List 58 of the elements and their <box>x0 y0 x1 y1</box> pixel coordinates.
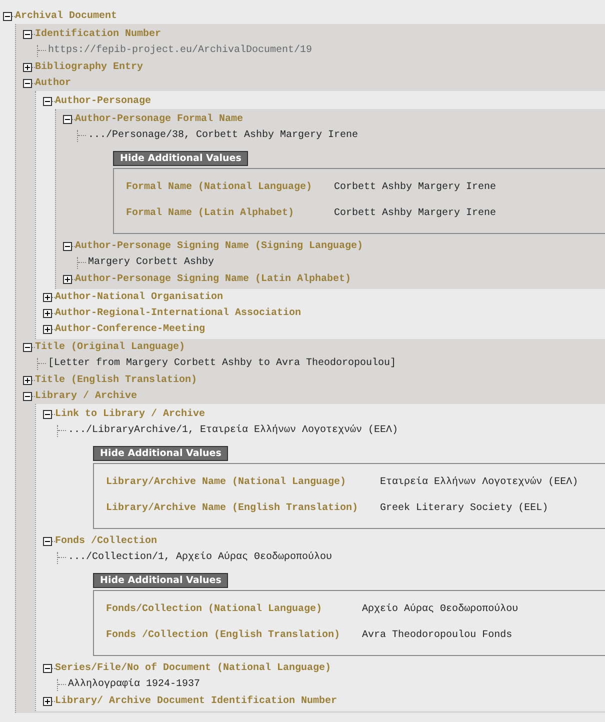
field-name: Library/Archive Name (English Translation) <box>106 502 358 516</box>
node-value: https://fepib-project.eu/ArchivalDocument/19 <box>48 44 312 58</box>
hide-values-button[interactable]: Hide Additional Values <box>113 151 248 166</box>
collapse-icon[interactable] <box>3 12 12 20</box>
field-value: Greek Literary Society (EEL) <box>380 502 550 516</box>
collapse-icon[interactable] <box>23 392 32 400</box>
collapse-icon[interactable] <box>43 536 52 546</box>
node-label: Archival Document <box>15 10 118 24</box>
node-value: Margery Corbett Ashby <box>88 256 214 270</box>
node-label: Library / Archive <box>35 390 138 404</box>
node-value: .../Personage/38, Corbett Ashby Margery Irene <box>88 128 358 143</box>
node-label: Bibliography Entry <box>35 60 144 74</box>
collapse-icon[interactable] <box>43 664 52 672</box>
node-label: Author-Regional-International Association <box>55 306 302 320</box>
field-name: Fonds/Collection (National Language) <box>106 602 324 617</box>
field-value: Corbett Ashby Margery Irene <box>334 180 498 195</box>
node-label: Identification Number <box>35 28 162 42</box>
node-label: Series/File/No of Document (National Language) <box>55 662 332 676</box>
node-value: Αλληλογραφία 1924-1937 <box>68 678 200 692</box>
collapse-icon[interactable] <box>23 78 32 88</box>
node-label: Author-National Organisation <box>55 290 224 304</box>
node-label: Author <box>35 76 72 90</box>
node-label: Author-Personage Signing Name (Signing Language) <box>75 240 364 254</box>
expand-icon[interactable] <box>63 274 72 284</box>
field-value: Εταιρεία Ελλήνων Λογοτεχνών (ΕΕΛ) <box>380 476 580 490</box>
field-name: Fonds /Collection (English Translation) <box>106 628 340 643</box>
collapse-icon[interactable] <box>43 96 52 106</box>
node-label: Link to Library / Archive <box>55 408 206 422</box>
field-name: Formal Name (Latin Alphabet) <box>126 206 296 221</box>
node-label: Library/ Archive Document Identification Number <box>55 694 338 708</box>
expand-icon[interactable] <box>43 308 52 318</box>
node-value: [Letter from Margery Corbett Ashby to Avra Theodoropoulou] <box>48 356 396 371</box>
node-label: Author-Conference-Meeting <box>55 322 206 336</box>
collapse-icon[interactable] <box>23 30 32 38</box>
field-value: Avra Theodoropoulou Fonds <box>362 628 514 643</box>
collapse-icon[interactable] <box>63 114 72 124</box>
node-label: Author-Personage Signing Name (Latin Alphabet) <box>75 272 352 286</box>
expand-icon[interactable] <box>23 62 32 72</box>
node-value: .../LibraryArchive/1, Εταιρεία Ελλήνων Λογοτεχνών (ΕΕΛ) <box>68 424 398 438</box>
hide-values-button[interactable]: Hide Additional Values <box>93 446 228 461</box>
node-label: Author-Personage <box>55 94 152 108</box>
node-label: Title (English Translation) <box>35 374 198 388</box>
collapse-icon[interactable] <box>43 410 52 418</box>
field-name: Library/Archive Name (National Language) <box>106 476 348 490</box>
field-value: Corbett Ashby Margery Irene <box>334 206 498 221</box>
field-value: Αρχείο Αύρας Θεοδωροπούλου <box>362 602 520 617</box>
field-name: Formal Name (National Language) <box>126 180 312 195</box>
node-label: Author-Personage Formal Name <box>75 112 244 126</box>
hide-values-button[interactable]: Hide Additional Values <box>93 573 228 588</box>
expand-icon[interactable] <box>43 292 52 302</box>
expand-icon[interactable] <box>23 376 32 384</box>
collapse-icon[interactable] <box>23 342 32 352</box>
node-label: Fonds /Collection <box>55 534 158 548</box>
node-value: .../Collection/1, Αρχείο Αύρας Θεοδωροπούλου <box>68 550 332 565</box>
collapse-icon[interactable] <box>63 242 72 250</box>
expand-icon[interactable] <box>43 324 52 334</box>
expand-icon[interactable] <box>43 696 52 706</box>
node-label: Title (Original Language) <box>35 340 186 354</box>
